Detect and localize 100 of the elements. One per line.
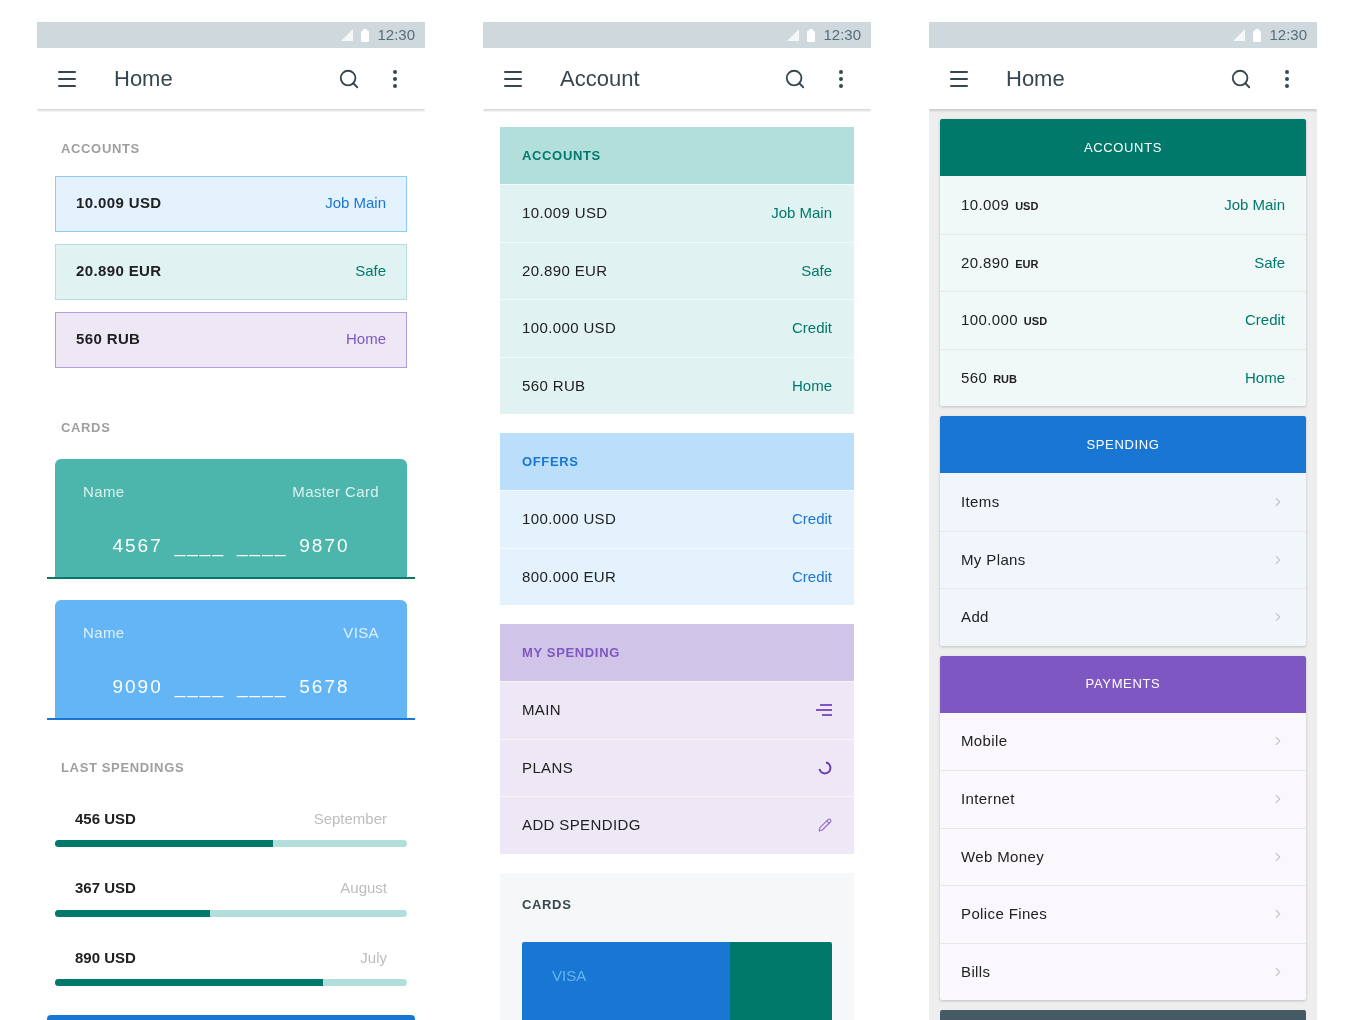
- list-row[interactable]: 10.009 USD Job Main: [940, 176, 1306, 234]
- row-label: Bills: [961, 961, 991, 982]
- spending-amount: 367 USD: [75, 878, 136, 898]
- card-brand: VISA: [552, 967, 587, 984]
- row-label: 20.890 EUR: [522, 260, 608, 281]
- list-row[interactable]: 100.000 USD Credit: [940, 291, 1306, 349]
- card-number-group: 9870: [299, 531, 350, 560]
- list-row[interactable]: PLANS: [500, 738, 854, 796]
- currency-code: USD: [1023, 314, 1048, 329]
- row-label: 100.000 USD: [522, 509, 617, 529]
- account-name: Credit: [1245, 310, 1285, 330]
- card-number-group: ____: [174, 531, 225, 560]
- search-icon: [784, 67, 806, 90]
- card-title: PAYMENTS: [1085, 675, 1161, 694]
- currency-code: EUR: [1015, 256, 1039, 272]
- row-label: Add: [961, 607, 989, 627]
- spending-month: July: [360, 947, 387, 968]
- spending-month: August: [340, 878, 387, 898]
- status-time: 12:30: [823, 24, 861, 45]
- list-row[interactable]: Police Fines: [940, 885, 1306, 943]
- signal-icon: [341, 29, 354, 41]
- card-title: ACCOUNTS: [1083, 138, 1163, 157]
- list-row[interactable]: Bills: [940, 942, 1306, 1000]
- row-label: 560 RUB: [522, 375, 586, 396]
- card-number-group: ____: [237, 531, 288, 560]
- account-amount: 10.009 USD: [76, 193, 162, 214]
- lines-icon: [816, 703, 832, 718]
- signal-icon: [787, 29, 800, 41]
- signal-icon: [1233, 29, 1246, 41]
- row-label: 100.000 USD: [522, 318, 617, 338]
- account-name: Safe: [355, 261, 386, 282]
- row-value: Credit: [792, 509, 832, 529]
- account-card[interactable]: 560 RUB Home: [55, 311, 407, 368]
- row-label: 10.009 USD: [522, 203, 608, 223]
- status-time: 12:30: [377, 24, 415, 45]
- list-row[interactable]: My Plans: [940, 530, 1306, 588]
- account-amount: 560 RUB: [76, 329, 141, 350]
- row-value: Credit: [792, 566, 832, 587]
- account-name: Home: [346, 329, 386, 350]
- row-label: 800.000 EUR: [522, 566, 617, 587]
- card-holder: Name: [83, 623, 125, 643]
- search-icon: [1230, 67, 1252, 90]
- list-row[interactable]: 20.890 EUR Safe: [940, 233, 1306, 291]
- row-value: Safe: [801, 260, 832, 281]
- section-label: CARDS: [61, 418, 112, 437]
- list-row[interactable]: 10.009 USD Job Main: [500, 184, 854, 242]
- spending-amount: 890 USD: [75, 947, 136, 968]
- card-number-group: ____: [237, 672, 288, 701]
- row-label: My Plans: [961, 549, 1026, 570]
- list-row[interactable]: 560 RUB Home: [940, 348, 1306, 406]
- pencil-icon: [818, 818, 832, 833]
- more-icon: [1285, 69, 1289, 88]
- list-row[interactable]: 800.000 EUR Credit: [500, 547, 854, 605]
- battery-icon: [361, 28, 370, 42]
- row-label: PLANS: [522, 757, 574, 778]
- section-title: MY SPENDING: [522, 643, 620, 662]
- account-amount: 20.890 EUR: [76, 261, 162, 282]
- more-icon: [393, 69, 397, 88]
- battery-icon: [807, 28, 816, 42]
- list-row[interactable]: 100.000 USD Credit: [500, 299, 854, 357]
- more-icon: [839, 69, 843, 88]
- row-value: Job Main: [771, 203, 832, 223]
- row-label: Items: [961, 491, 1000, 512]
- section-title: CARDS: [522, 895, 573, 914]
- list-row[interactable]: ADD SPENDIDG: [500, 796, 854, 854]
- card-brand: VISA: [343, 623, 379, 643]
- app-bar-title: Home: [114, 65, 174, 93]
- card-number-group: 9090: [112, 672, 163, 701]
- currency-code: USD: [1015, 198, 1039, 214]
- list-row[interactable]: Internet: [940, 770, 1306, 828]
- card-number-group: 5678: [299, 672, 350, 701]
- row-label: Mobile: [961, 731, 1008, 751]
- app-bar-title: Account: [560, 65, 641, 93]
- account-amount: 560: [961, 367, 988, 388]
- list-row[interactable]: Items: [940, 473, 1306, 531]
- card-title: SPENDING: [1086, 435, 1160, 454]
- card-number-group: 4567: [112, 531, 163, 560]
- row-label: ADD SPENDIDG: [522, 815, 641, 835]
- status-time: 12:30: [1269, 24, 1307, 45]
- row-label: Police Fines: [961, 904, 1048, 924]
- account-name: Job Main: [1224, 194, 1285, 215]
- list-row[interactable]: 20.890 EUR Safe: [500, 241, 854, 299]
- account-amount: 10.009: [961, 194, 1010, 215]
- account-card[interactable]: 10.009 USD Job Main: [55, 175, 407, 232]
- account-card[interactable]: 20.890 EUR Safe: [55, 243, 407, 300]
- spinner-icon: [818, 760, 832, 775]
- section-title: ACCOUNTS: [522, 146, 601, 165]
- list-row[interactable]: Add: [940, 588, 1306, 646]
- list-row[interactable]: 100.000 USD Credit: [500, 490, 854, 548]
- account-name: Safe: [1254, 252, 1285, 273]
- row-value: Home: [792, 375, 832, 396]
- card-holder: Name: [83, 482, 125, 502]
- list-row[interactable]: Web Money: [940, 827, 1306, 885]
- row-value: Credit: [792, 318, 832, 338]
- spending-amount: 456 USD: [75, 808, 136, 829]
- list-row[interactable]: Mobile: [940, 712, 1306, 770]
- search-icon: [338, 67, 360, 90]
- list-row[interactable]: 560 RUB Home: [500, 356, 854, 414]
- list-row[interactable]: MAIN: [500, 681, 854, 739]
- currency-code: RUB: [993, 371, 1017, 387]
